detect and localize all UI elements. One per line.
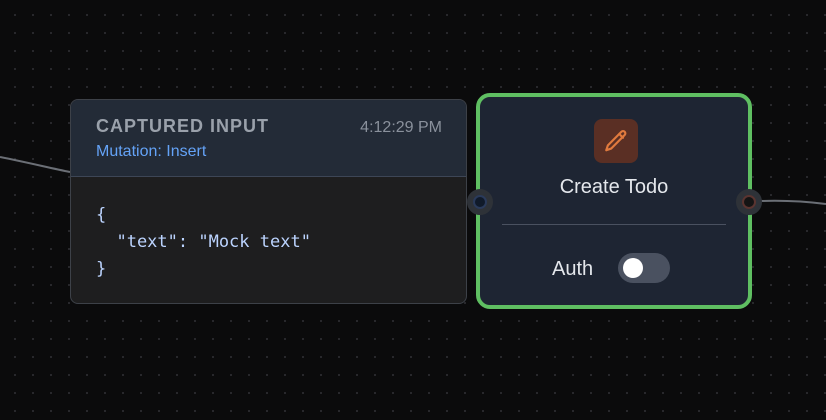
output-handle[interactable] bbox=[736, 189, 762, 215]
captured-input-panel: CAPTURED INPUT Mutation: Insert 4:12:29 … bbox=[70, 99, 467, 304]
incoming-edge bbox=[0, 156, 71, 173]
pencil-icon bbox=[594, 119, 638, 163]
auth-label: Auth bbox=[552, 258, 594, 280]
toggle-knob bbox=[623, 258, 643, 278]
captured-input-json: { "text": "Mock text"} bbox=[96, 202, 311, 283]
capture-timestamp: 4:12:29 PM bbox=[360, 119, 442, 136]
input-handle[interactable] bbox=[467, 189, 493, 215]
auth-toggle[interactable] bbox=[618, 253, 670, 283]
captured-input-title: CAPTURED INPUT bbox=[96, 116, 270, 136]
node-title: Create Todo bbox=[559, 176, 669, 198]
captured-input-header: CAPTURED INPUT Mutation: Insert 4:12:29 … bbox=[71, 100, 466, 177]
code-line: { bbox=[96, 205, 107, 225]
outgoing-edge bbox=[760, 199, 826, 205]
code-line: "text": "Mock text" bbox=[96, 232, 311, 252]
node-divider bbox=[502, 224, 726, 225]
code-line: } bbox=[96, 259, 107, 279]
create-todo-node[interactable]: Create Todo Auth bbox=[476, 93, 752, 309]
mutation-type-label: Mutation: Insert bbox=[96, 143, 207, 160]
